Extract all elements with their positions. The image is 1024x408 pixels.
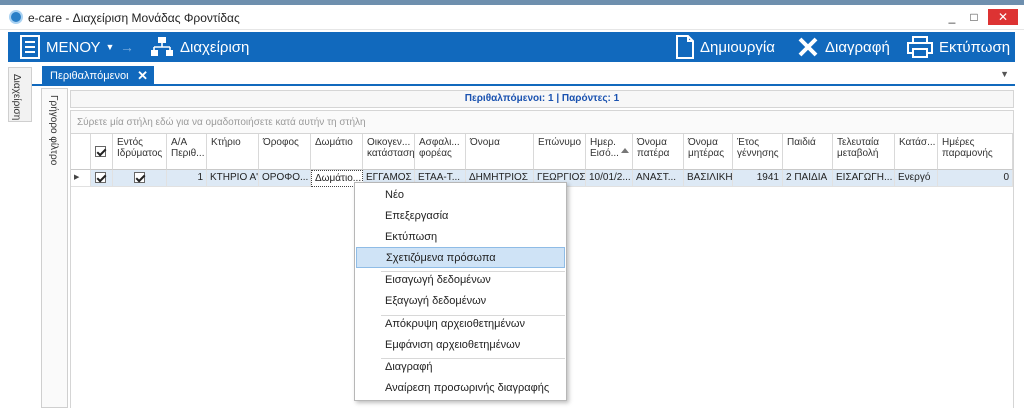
column-header[interactable]: Δωμάτιο xyxy=(311,134,363,170)
table-cell: ΕΙΣΑΓΩΓΗ... xyxy=(833,170,895,187)
column-header[interactable]: Οικογεν... κατάσταση xyxy=(363,134,415,170)
column-header[interactable]: Επώνυμο xyxy=(534,134,586,170)
create-button[interactable]: Δημιουργία xyxy=(676,32,775,62)
window-titlebar: e-care - Διαχείριση Μονάδας Φροντίδας _ … xyxy=(0,5,1024,30)
menu-label: ΜΕΝΟΥ xyxy=(46,38,101,56)
menu-item-related-persons[interactable]: Σχετιζόμενα πρόσωπα xyxy=(356,247,565,268)
table-cell: 2 ΠΑΙΔΙΑ xyxy=(783,170,833,187)
column-header[interactable]: Τελευταία μεταβολή xyxy=(833,134,895,170)
menu-item-print[interactable]: Εκτύπωση xyxy=(356,227,565,248)
column-header[interactable]: Παιδιά xyxy=(783,134,833,170)
hierarchy-icon xyxy=(151,37,173,56)
context-menu: Νέο Επεξεργασία Εκτύπωση Σχετιζόμενα πρό… xyxy=(354,182,567,401)
column-header[interactable]: Α/Α Περιθ... xyxy=(167,134,207,170)
printer-icon xyxy=(907,36,933,58)
close-x-icon xyxy=(798,37,818,57)
column-header[interactable]: Όνομα μητέρας xyxy=(684,134,733,170)
column-header[interactable]: Κτήριο xyxy=(207,134,259,170)
sort-ascending-icon xyxy=(621,148,629,153)
quick-filter-panel[interactable]: Γρήγορο φίλτρο xyxy=(41,88,68,408)
table-cell: ΚΤΗΡΙΟ Α' xyxy=(207,170,259,187)
side-panel-manage[interactable]: Διαχείριση xyxy=(8,67,32,122)
column-header[interactable]: Εντός Ιδρύματος xyxy=(113,134,167,170)
menu-item-delete[interactable]: Διαγραφή xyxy=(356,357,565,378)
menu-item-undo-temp-delete[interactable]: Αναίρεση προσωρινής διαγραφής xyxy=(356,378,565,399)
arrow-right-icon: → xyxy=(120,39,134,55)
menu-item-new[interactable]: Νέο xyxy=(356,185,565,206)
maximize-button[interactable]: □ xyxy=(962,9,986,25)
table-cell: ΒΑΣΙΛΙΚΗ xyxy=(684,170,733,187)
chevron-down-icon: ▼ xyxy=(105,42,115,52)
tab-label: Περιθαλπόμενοι xyxy=(50,70,129,82)
row-select-checkbox[interactable] xyxy=(91,170,113,187)
row-indicator-header xyxy=(71,134,91,170)
create-label: Δημιουργία xyxy=(700,38,775,56)
column-header[interactable]: Όροφος xyxy=(259,134,311,170)
menu-item-show-archived[interactable]: Εμφάνιση αρχειοθετημένων xyxy=(356,335,565,356)
manage-button[interactable]: Διαχείριση xyxy=(150,32,249,62)
table-cell: ΟΡΟΦΟ... xyxy=(259,170,311,187)
menu-item-export-data[interactable]: Εξαγωγή δεδομένων xyxy=(356,291,565,312)
tab-patients[interactable]: Περιθαλπόμενοι ✕ xyxy=(42,66,154,86)
minimize-button[interactable]: _ xyxy=(940,9,964,25)
side-manage-label: Διαχείριση xyxy=(11,74,22,121)
print-label: Εκτύπωση xyxy=(939,38,1011,56)
app-icon xyxy=(9,10,23,24)
in-facility-checkbox[interactable] xyxy=(113,170,167,187)
delete-label: Διαγραφή xyxy=(825,38,890,56)
column-header[interactable]: Ημέρες παραμονής xyxy=(938,134,1013,170)
row-current-indicator-icon: ▶ xyxy=(71,170,91,187)
menu-item-edit[interactable]: Επεξεργασία xyxy=(356,206,565,227)
group-by-panel[interactable]: Σύρετε μία στήλη εδώ για να ομαδοποιήσετ… xyxy=(70,110,1014,134)
close-window-button[interactable]: ✕ xyxy=(988,9,1018,25)
quick-filter-label: Γρήγορο φίλτρο xyxy=(48,95,59,166)
print-button[interactable]: Εκτύπωση xyxy=(907,32,1010,62)
tab-strip: Περιθαλπόμενοι ✕ ▼ xyxy=(8,64,1015,86)
menu-item-hide-archived[interactable]: Απόκρυψη αρχειοθετημένων xyxy=(356,314,565,335)
manage-label: Διαχείριση xyxy=(180,38,250,56)
table-cell: 1 xyxy=(167,170,207,187)
document-list-icon xyxy=(20,35,40,59)
table-cell: 10/01/2... xyxy=(586,170,633,187)
table-cell: 0 xyxy=(938,170,1013,187)
column-header[interactable]: Ασφαλι... φορέας xyxy=(415,134,466,170)
column-header[interactable]: Ημερ. Εισό... xyxy=(586,134,633,170)
table-cell: 1941 xyxy=(733,170,783,187)
menu-button[interactable]: ΜΕΝΟΥ ▼ xyxy=(20,32,114,62)
column-header[interactable]: Όνομα πατέρα xyxy=(633,134,684,170)
menu-item-import-data[interactable]: Εισαγωγή δεδομένων xyxy=(356,270,565,291)
column-header-label: Ημερ. Εισό... xyxy=(590,137,619,159)
table-cell: Ενεργό xyxy=(895,170,938,187)
main-toolbar: ΜΕΝΟΥ ▼ → Διαχείριση Δημιουργία Διαγραφή… xyxy=(8,32,1015,62)
tab-close-icon[interactable]: ✕ xyxy=(137,68,148,84)
column-header[interactable]: Κατάσ... xyxy=(895,134,938,170)
column-header[interactable]: Έτος γέννησης xyxy=(733,134,783,170)
table-cell: ΑΝΑΣΤ... xyxy=(633,170,684,187)
summary-bar: Περιθαλπόμενοι: 1 | Παρόντες: 1 xyxy=(70,90,1014,108)
column-header[interactable]: Όνομα xyxy=(466,134,534,170)
select-all-checkbox[interactable] xyxy=(91,134,113,170)
delete-button[interactable]: Διαγραφή xyxy=(797,32,890,62)
tab-list-dropdown-icon[interactable]: ▼ xyxy=(1000,69,1009,79)
window-title: e-care - Διαχείριση Μονάδας Φροντίδας xyxy=(28,11,240,25)
new-document-icon xyxy=(676,35,694,59)
